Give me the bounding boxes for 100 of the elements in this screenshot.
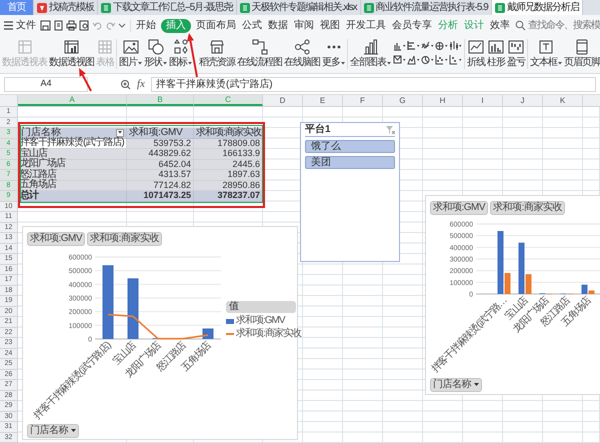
pie-chart-icon[interactable] [421, 54, 434, 65]
envelope-chart-icon[interactable] [393, 54, 406, 65]
export-icon[interactable] [53, 20, 64, 31]
search-icon [515, 20, 526, 31]
file-tab[interactable]: 商业软件流量运营执行表-5.9 [360, 0, 492, 15]
ribbon-button[interactable]: 图片 [119, 39, 142, 68]
field-button[interactable]: 求和项:GMV [430, 201, 488, 215]
column-header[interactable]: H [423, 95, 463, 106]
scatter-chart-icon[interactable] [449, 54, 462, 65]
table-cell: 拌客干拌麻辣烫(武宁路店) [18, 138, 127, 149]
column-header[interactable]: I [463, 95, 503, 106]
table-cell: 4313.57 [127, 170, 194, 180]
caret-icon[interactable] [118, 23, 126, 28]
table-cell: 总计 [18, 191, 127, 202]
file-tab[interactable]: 下载文章工作汇总--5月-聂思尧 [98, 0, 237, 15]
ribbon-button[interactable]: 数据透视图 [49, 39, 94, 68]
function-button[interactable]: fx [137, 76, 145, 92]
table-cell: 443829.62 [127, 149, 194, 160]
stock-chart-icon[interactable] [449, 40, 462, 51]
caret-icon [341, 61, 345, 65]
ribbon-button[interactable]: 盈亏 [507, 39, 525, 68]
caret-icon [387, 61, 391, 65]
ribbon-tab[interactable]: 会员专享 [391, 20, 433, 30]
column-chart-icon [488, 39, 504, 55]
spreadsheet-logo-icon [101, 2, 111, 12]
preview-icon[interactable] [79, 20, 90, 31]
ribbon-button[interactable]: 页眉页脚 [564, 39, 600, 68]
column-heading: 求和项:GMV [127, 128, 194, 138]
ribbon-tab[interactable]: 公式 [241, 20, 263, 30]
ribbon-tab[interactable]: 页面布局 [195, 20, 237, 30]
filter-button[interactable] [116, 128, 124, 137]
area-chart-icon[interactable] [407, 54, 420, 65]
column-header[interactable]: G [383, 95, 423, 106]
ribbon-button[interactable]: 在线流程图 [237, 39, 282, 68]
clear-filter-icon[interactable] [385, 125, 395, 135]
legend-label: 求和项:GMV [236, 316, 285, 326]
slicer-item[interactable]: 美团 [305, 156, 395, 169]
caret-icon [188, 61, 192, 65]
line-chart-icon[interactable] [421, 40, 434, 51]
ribbon-tab[interactable]: 效率 [489, 20, 511, 30]
file-tab[interactable]: 戴师兄数据分析启 [492, 0, 583, 15]
bar-chart-icon[interactable] [407, 40, 420, 51]
print-icon[interactable] [66, 20, 77, 31]
docer-logo-icon [37, 2, 47, 12]
name-box[interactable]: A4 [4, 76, 88, 92]
annotation-arrow [187, 33, 198, 78]
ribbon-button[interactable]: 文本框 [530, 39, 562, 68]
spreadsheet-logo-icon [494, 2, 505, 12]
field-button[interactable]: 求和项:商家实收 [87, 232, 162, 246]
file-tab[interactable]: 天极软件专题编辑相关.xlsx [236, 0, 361, 15]
column-header[interactable]: K [543, 95, 583, 106]
radar-chart-icon[interactable] [435, 40, 448, 51]
scatter-chart-icon[interactable] [435, 54, 448, 65]
line-chart-icon [468, 39, 484, 55]
field-button[interactable]: 求和项:GMV [27, 232, 86, 246]
axis-field-button[interactable]: 门店名称 [27, 424, 79, 438]
file-tab[interactable]: 找稿壳模板 [34, 0, 98, 15]
text-box-icon [538, 39, 554, 55]
table-cell: 166133.9 [194, 149, 263, 160]
table-cell: 6452.04 [127, 160, 194, 170]
field-button[interactable]: 求和项:商家实收 [490, 201, 565, 215]
legend-title[interactable]: 值 [226, 301, 296, 313]
bar-chart-icon [362, 39, 378, 55]
table-cell: 539753.2 [127, 138, 194, 149]
search-field[interactable]: 查找命令、搜索模 [528, 20, 600, 30]
ribbon-tab[interactable]: 数据 [267, 20, 289, 30]
zoom-icon[interactable] [120, 78, 131, 90]
file-menu[interactable]: 文件 [3, 20, 36, 31]
spreadsheet-logo-icon [364, 2, 374, 12]
ribbon-tab[interactable]: 开始 [135, 20, 157, 30]
store-icon [209, 39, 225, 55]
ribbon-button[interactable]: 更多 [322, 39, 345, 68]
column-header[interactable]: E [303, 95, 343, 106]
ribbon-button[interactable]: 全部图表 [350, 39, 391, 68]
ribbon-button[interactable]: 形状 [144, 39, 167, 68]
chart-bar [202, 328, 214, 339]
ribbon-button[interactable]: 稻壳资源 [199, 39, 235, 68]
page-icon [574, 39, 590, 55]
table-cell: 龙阳广场店 [18, 160, 127, 170]
caret-icon [71, 428, 76, 432]
ribbon-tab[interactable]: 开发工具 [345, 20, 387, 30]
formula-field[interactable]: 拌客干拌麻辣烫(武宁路店) [150, 76, 596, 92]
menu-icon [3, 20, 14, 31]
ribbon-tab[interactable]: 视图 [319, 20, 341, 30]
ribbon-tab[interactable]: 审阅 [293, 20, 315, 30]
slicer-item[interactable]: 饿了么 [305, 140, 395, 153]
column-header[interactable]: J [503, 95, 543, 106]
save-icon[interactable] [40, 20, 51, 31]
ribbon-button[interactable]: 柱形 [487, 39, 505, 68]
ribbon-button[interactable]: 折线 [467, 39, 485, 68]
slicer-title: 平台1 [305, 125, 331, 135]
column-header[interactable]: D [263, 95, 303, 106]
annotation-arrow [79, 68, 92, 92]
column-header[interactable]: F [343, 95, 383, 106]
ribbon-button[interactable]: 图标 [169, 39, 192, 68]
table-cell: 1071473.25 [127, 191, 194, 202]
ribbon-button[interactable]: 在线脑图 [284, 39, 320, 68]
axis-field-button[interactable]: 门店名称 [430, 378, 482, 392]
column-chart-icon[interactable] [393, 40, 406, 51]
win-loss-chart-icon [508, 39, 524, 55]
